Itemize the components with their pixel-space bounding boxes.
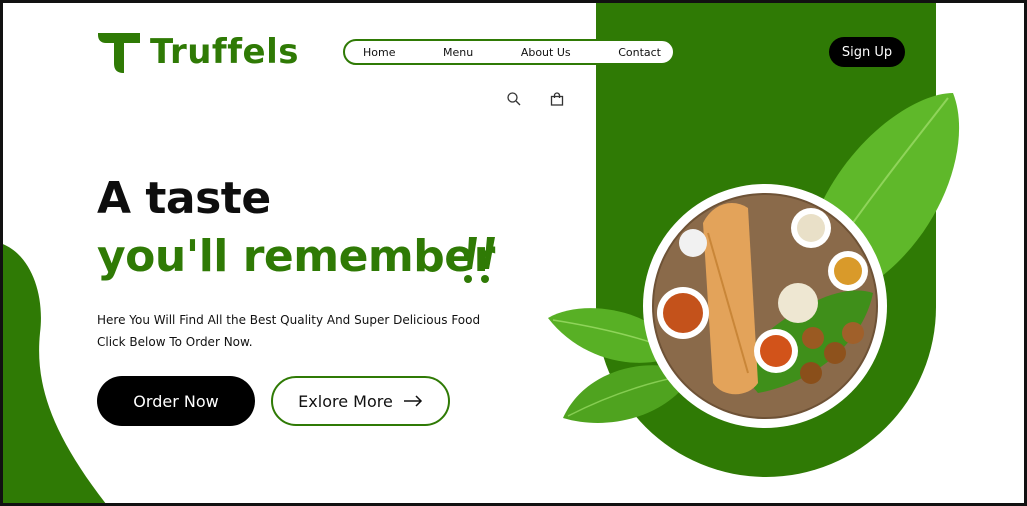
explore-more-label: Exlore More xyxy=(298,391,393,411)
nav-home[interactable]: Home xyxy=(363,46,395,59)
exclamation-decoration xyxy=(464,237,495,283)
hero-description: Here You Will Find All the Best Quality … xyxy=(97,309,480,353)
order-now-button[interactable]: Order Now xyxy=(97,376,255,426)
nav-about-us[interactable]: About Us xyxy=(521,46,571,59)
hero-description-line1: Here You Will Find All the Best Quality … xyxy=(97,313,481,327)
brand-logo[interactable]: Truffels xyxy=(96,29,299,75)
arrow-right-icon xyxy=(403,395,422,407)
hero-description-line2: Click Below To Order Now. xyxy=(97,335,253,349)
nav-menu[interactable]: Menu xyxy=(443,46,473,59)
main-nav: Home Menu About Us Contact xyxy=(343,39,675,65)
page-frame: Truffels Home Menu About Us Contact Sign… xyxy=(0,0,1027,506)
brand-name: Truffels xyxy=(150,32,299,72)
dosa-plate xyxy=(643,184,887,428)
food-plate-image xyxy=(548,93,960,428)
nav-contact[interactable]: Contact xyxy=(618,46,661,59)
sign-up-button[interactable]: Sign Up xyxy=(829,37,905,67)
t-logo-icon xyxy=(98,33,140,73)
hero-headline: A taste xyxy=(97,173,271,224)
search-icon[interactable] xyxy=(506,91,522,107)
explore-more-button[interactable]: Exlore More xyxy=(271,376,450,426)
hero-subheadline: you'll remember xyxy=(97,231,495,282)
